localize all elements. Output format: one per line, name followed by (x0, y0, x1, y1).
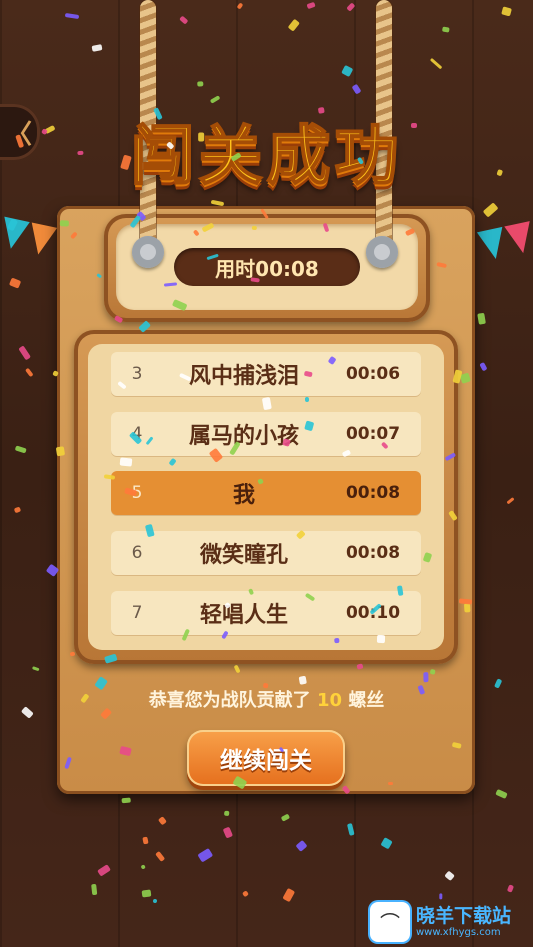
confetti-piece (69, 651, 75, 657)
confetti-piece (152, 898, 158, 904)
confetti-piece (430, 57, 443, 70)
metal-ring-icon (366, 236, 398, 268)
confetti-piece (198, 132, 204, 142)
watermark-text: 晓羊下载站 www.xfhygs.com (416, 905, 511, 939)
confetti-piece (501, 5, 513, 17)
confetti-piece (97, 864, 111, 877)
elapsed-time: 用时00:08 (174, 248, 360, 286)
confetti-piece (282, 887, 296, 903)
leaderboard-row: 7 轻唱人生 00:10 (111, 591, 421, 635)
confetti-piece (157, 815, 167, 826)
confetti-piece (251, 225, 258, 230)
confetti-piece (91, 883, 97, 895)
confetti-piece (14, 445, 27, 454)
row-rank: 7 (131, 603, 143, 623)
confetti-piece (351, 83, 362, 95)
leaderboard-row: 3 风中捕浅泪 00:06 (111, 352, 421, 396)
confetti-piece (347, 823, 355, 836)
confetti-piece (482, 202, 499, 218)
confetti-piece (262, 682, 269, 689)
row-player-name: 轻唱人生 (199, 603, 288, 628)
confetti-piece (223, 826, 234, 838)
confetti-piece (379, 836, 392, 849)
metal-ring-icon (132, 236, 164, 268)
confetti-piece (25, 368, 33, 378)
confetti-piece (280, 813, 290, 823)
confetti-piece (155, 850, 166, 863)
row-player-name: 我 (232, 483, 255, 508)
confetti-piece (142, 836, 149, 846)
confetti-piece (479, 362, 488, 372)
confetti-piece (31, 666, 40, 672)
confetti-piece (287, 18, 301, 32)
watermark: ⌒ 晓羊下载站 www.xfhygs.com (370, 896, 533, 947)
watermark-url: www.xfhygs.com (416, 926, 501, 938)
row-rank: 6 (131, 543, 143, 563)
confetti-piece (317, 106, 325, 115)
confetti-piece (197, 848, 213, 863)
confetti-piece (477, 312, 487, 325)
row-rank: 5 (131, 483, 143, 503)
row-time: 00:08 (345, 543, 401, 563)
confetti-piece (429, 668, 436, 675)
confetti-piece (507, 884, 515, 893)
confetti-piece (141, 889, 152, 898)
confetti-piece (122, 797, 131, 803)
confetti-piece (441, 26, 450, 33)
confetti-piece (377, 634, 386, 644)
row-time: 00:08 (345, 483, 401, 503)
confetti-piece (179, 15, 189, 25)
confetti-piece (444, 870, 455, 881)
confetti-piece (91, 44, 102, 52)
confetti-piece (210, 199, 224, 206)
row-player-name: 微笑瞳孔 (199, 543, 288, 568)
confetti-piece (241, 890, 249, 898)
leaderboard-row: 4 属马的小孩 00:07 (111, 412, 421, 456)
confetti-piece (495, 788, 509, 799)
confetti-piece (306, 1, 316, 9)
confetti-piece (505, 497, 515, 506)
row-time: 00:07 (345, 424, 401, 444)
reward-amount: 10 (316, 690, 343, 711)
confetti-piece (197, 81, 204, 87)
confetti-piece (411, 122, 418, 128)
confetti-piece (333, 637, 340, 643)
watermark-logo-glyph: ⌒ (380, 911, 400, 935)
leaderboard-row-current-player: 5 我 00:08 (111, 471, 421, 515)
row-time: 00:06 (345, 364, 401, 384)
confetti-piece (119, 457, 133, 467)
confetti-piece (64, 12, 79, 19)
row-player-name: 属马的小孩 (188, 424, 299, 449)
flag-decoration (25, 222, 58, 258)
confetti-piece (77, 150, 84, 155)
confetti-piece (8, 277, 21, 289)
confetti-piece (140, 863, 147, 870)
flag-decoration (476, 226, 509, 262)
confetti-piece (304, 396, 309, 403)
leaderboard-row: 6 微笑瞳孔 00:08 (111, 531, 421, 575)
flag-decoration (504, 221, 533, 256)
confetti-piece (55, 445, 65, 456)
continue-button[interactable]: 继续闯关 (187, 730, 345, 786)
confetti-piece (345, 1, 356, 12)
confetti-piece (209, 95, 221, 105)
reward-prefix: 恭喜您为战队贡献了 (148, 690, 311, 711)
confetti-piece (223, 810, 230, 817)
reward-suffix: 螺丝 (348, 690, 385, 711)
confetti-piece (341, 65, 353, 78)
row-player-name: 风中捕浅泪 (188, 364, 299, 389)
watermark-logo-icon: ⌒ (370, 901, 410, 942)
confetti-piece (18, 345, 32, 361)
confetti-piece (423, 672, 429, 683)
confetti-piece (59, 219, 70, 227)
confetti-piece (237, 2, 244, 10)
confetti-piece (464, 603, 471, 613)
confetti-piece (295, 839, 308, 852)
watermark-name: 晓羊下载站 (416, 904, 512, 927)
confetti-piece (14, 507, 22, 514)
